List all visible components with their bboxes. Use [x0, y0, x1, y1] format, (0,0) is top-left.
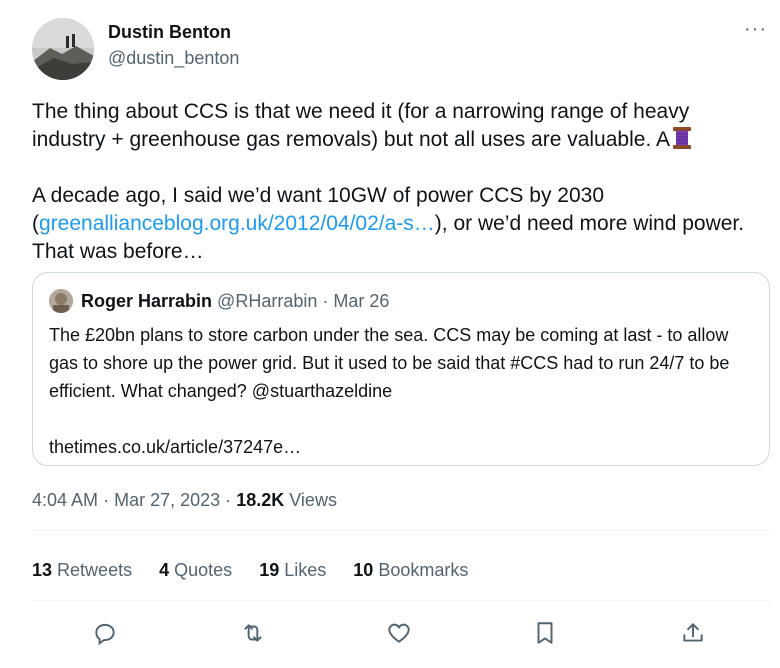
tweet-paragraph: The thing about CCS is that we need it (… [32, 98, 762, 154]
tweet-date[interactable]: Mar 27, 2023 [114, 490, 220, 510]
reply-icon [95, 623, 115, 646]
bookmarks-label: Bookmarks [378, 560, 469, 580]
separator-dot: · [225, 490, 232, 510]
likes-count: 19 [259, 560, 280, 580]
tweet: Dustin Benton @dustin_benton ··· The thi… [0, 0, 780, 668]
engagement-stats: 13 Retweets 4 Quotes 19 Likes 10 Bookmar… [32, 560, 490, 581]
quotes-stat[interactable]: 4 Quotes [159, 560, 232, 580]
tweet-paragraph: A decade ago, I said we’d want 10GW of p… [32, 182, 762, 266]
quoted-text-body: The £20bn plans to store carbon under th… [49, 325, 730, 401]
author-name[interactable]: Dustin Benton [108, 22, 231, 43]
heart-icon [388, 623, 410, 643]
quoted-header: Roger Harrabin @RHarrabin · Mar 26 [81, 291, 389, 312]
bookmarks-stat[interactable]: 10 Bookmarks [353, 560, 468, 580]
quoted-avatar[interactable] [49, 289, 73, 313]
quoted-date[interactable]: Mar 26 [333, 291, 389, 311]
tweet-paragraph-text: The thing about CCS is that we need it (… [32, 100, 690, 151]
retweets-label: Retweets [57, 560, 133, 580]
tweet-time[interactable]: 4:04 AM [32, 490, 98, 510]
quoted-tweet[interactable]: Roger Harrabin @RHarrabin · Mar 26 The £… [32, 272, 770, 466]
author-handle[interactable]: @dustin_benton [108, 48, 239, 69]
retweet-icon [244, 624, 262, 642]
retweets-stat[interactable]: 13 Retweets [32, 560, 132, 580]
separator-dot: · [322, 291, 329, 311]
bookmark-icon [537, 622, 553, 644]
like-button[interactable] [386, 620, 418, 652]
bookmark-button[interactable] [532, 620, 564, 652]
bookmarks-count: 10 [353, 560, 374, 580]
views-count: 18.2K [236, 490, 285, 510]
quotes-label: Quotes [174, 560, 233, 580]
retweet-button[interactable] [240, 620, 272, 652]
more-options-icon[interactable]: ··· [744, 18, 767, 41]
likes-stat[interactable]: 19 Likes [259, 560, 326, 580]
quotes-count: 4 [159, 560, 170, 580]
share-button[interactable] [680, 620, 712, 652]
separator-dot: · [103, 490, 110, 510]
tweet-body: The thing about CCS is that we need it (… [32, 98, 762, 266]
reply-button[interactable] [92, 620, 124, 652]
tweet-link[interactable]: greenallianceblog.org.uk/2012/04/02/a-s… [39, 212, 435, 235]
retweets-count: 13 [32, 560, 53, 580]
divider [32, 600, 770, 601]
divider [32, 530, 770, 531]
views-label: Views [289, 490, 337, 510]
share-icon [683, 623, 703, 642]
action-bar [32, 620, 770, 652]
quoted-author-name[interactable]: Roger Harrabin [81, 291, 212, 311]
thread-spool-icon [672, 126, 692, 150]
tweet-timestamp: 4:04 AM · Mar 27, 2023 · 18.2K Views [32, 490, 337, 511]
quoted-link[interactable]: thetimes.co.uk/article/37247e… [49, 433, 759, 461]
likes-label: Likes [284, 560, 327, 580]
quoted-text: The £20bn plans to store carbon under th… [49, 321, 759, 461]
avatar[interactable] [32, 18, 94, 80]
quoted-author-handle[interactable]: @RHarrabin [217, 291, 317, 311]
